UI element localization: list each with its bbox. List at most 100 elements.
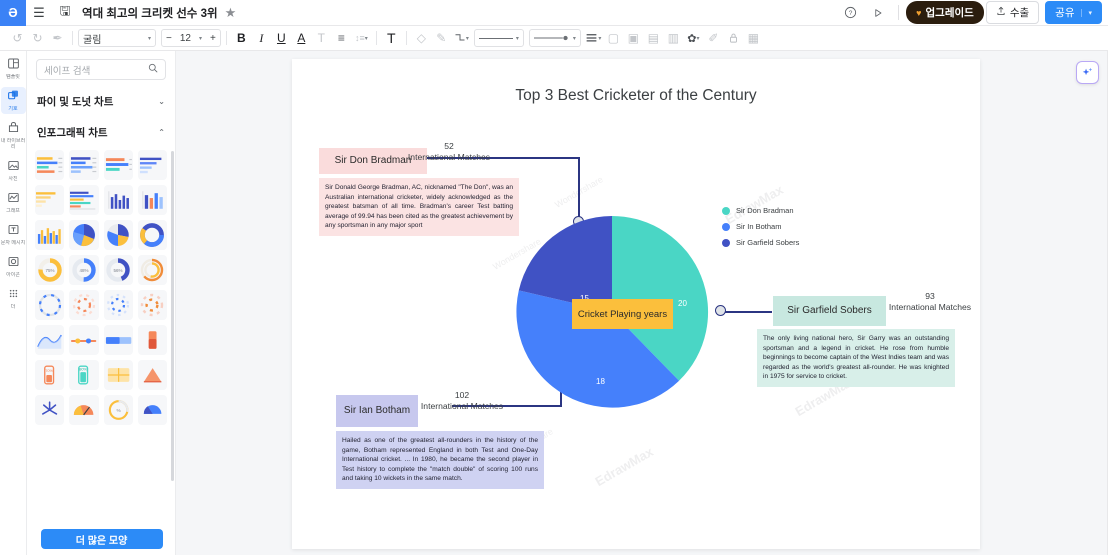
line-weight-button[interactable]: ▾ [584, 28, 603, 48]
section-infographic-charts[interactable]: 인포그래픽 차트 ⌃ [27, 117, 175, 148]
connector-button[interactable]: ▾ [452, 28, 471, 48]
font-color-button[interactable]: A [292, 28, 311, 48]
shape-thumbnail[interactable] [35, 325, 65, 355]
line-style-select[interactable]: ▾ [473, 29, 524, 47]
shape-thumbnail[interactable] [35, 290, 65, 320]
font-family-select[interactable]: 굴림 ▾ [78, 29, 156, 47]
panel-scrollbar[interactable] [171, 151, 174, 481]
align-button[interactable]: ≡ [332, 28, 351, 48]
section-pie-donut-charts[interactable]: 파이 및 도넛 차트 ⌄ [27, 86, 175, 117]
present-icon[interactable] [865, 0, 891, 26]
help-icon[interactable]: ? [837, 0, 863, 26]
text-tool-button[interactable]: T [382, 28, 401, 48]
annotation-body-botham[interactable]: Hailed as one of the greatest all-rounde… [336, 431, 544, 489]
shape-thumbnail[interactable] [103, 150, 133, 180]
hamburger-icon[interactable]: ☰ [26, 0, 52, 26]
shape-thumbnail[interactable]: 80% [69, 360, 99, 390]
shape-thumbnail[interactable]: 48% [69, 255, 99, 285]
save-icon[interactable]: 🖫 [52, 0, 78, 26]
shape-thumbnail[interactable] [35, 395, 65, 425]
lock-icon[interactable] [724, 28, 743, 48]
annotation-body-bradman[interactable]: Sir Donald George Bradman, AC, nicknamed… [319, 178, 519, 236]
sidebar-item-icon[interactable]: 아이콘 [1, 253, 26, 280]
shape-thumbnail[interactable]: % [103, 395, 133, 425]
shape-thumbnail[interactable] [137, 290, 167, 320]
undo-button[interactable]: ↺ [8, 28, 27, 48]
shape-thumbnail[interactable] [137, 185, 167, 215]
shape-thumbnail[interactable]: 56% [103, 255, 133, 285]
shape-thumbnail[interactable] [69, 150, 99, 180]
shape-thumbnail[interactable]: 70% [35, 360, 65, 390]
strikethrough-button[interactable]: T [312, 28, 331, 48]
shape-thumbnail[interactable] [69, 290, 99, 320]
legend-item[interactable]: Sir In Botham [722, 222, 799, 231]
shape-thumbnail[interactable] [103, 185, 133, 215]
sidebar-item-template[interactable]: 템플릿 [1, 55, 26, 82]
align-objects-button[interactable]: ▤ [644, 28, 663, 48]
font-size-decrease[interactable]: − [162, 33, 176, 44]
chevron-down-icon[interactable]: ▾ [1081, 8, 1092, 17]
edit-shape-button[interactable]: ✐ [704, 28, 723, 48]
shape-thumbnail[interactable] [35, 150, 65, 180]
redo-button[interactable]: ↻ [28, 28, 47, 48]
shape-thumbnail[interactable] [35, 220, 65, 250]
search-input[interactable]: 세이프 검색 [36, 59, 166, 80]
shape-thumbnail[interactable] [137, 220, 167, 250]
shape-thumbnail[interactable]: 75% [35, 255, 65, 285]
shape-thumbnail[interactable] [137, 150, 167, 180]
line-spacing-button[interactable]: ↕≡ ▾ [352, 28, 371, 48]
share-button[interactable]: 공유 ▾ [1045, 1, 1102, 24]
bold-button[interactable]: B [232, 28, 251, 48]
chevron-down-icon[interactable]: ▾ [195, 35, 206, 42]
favorite-star-icon[interactable]: ★ [225, 5, 237, 21]
font-size-increase[interactable]: + [206, 33, 220, 44]
effects-button[interactable]: ✿ ▾ [684, 28, 703, 48]
annotation-name-botham[interactable]: Sir Ian Botham [336, 395, 418, 427]
group-button[interactable]: ▥ [664, 28, 683, 48]
shape-thumbnail[interactable] [103, 325, 133, 355]
send-to-back-button[interactable]: ▣ [624, 28, 643, 48]
pie-center-label[interactable]: Cricket Playing years [572, 299, 673, 329]
shape-thumbnail[interactable] [137, 395, 167, 425]
document-title[interactable]: 역대 최고의 크리켓 선수 3위 [82, 5, 218, 21]
shape-thumbnail[interactable] [35, 185, 65, 215]
sidebar-item-symbol[interactable]: 기호 [0, 87, 26, 114]
shape-thumbnail[interactable] [69, 325, 99, 355]
underline-button[interactable]: U [272, 28, 291, 48]
sidebar-item-picture[interactable]: 사진 [1, 157, 26, 184]
shape-thumbnail[interactable] [103, 290, 133, 320]
sidebar-item-graph[interactable]: 그래프 [1, 189, 26, 216]
legend-item[interactable]: Sir Garfield Sobers [722, 238, 799, 247]
edraw-logo[interactable]: Ə [0, 0, 26, 26]
font-size-value[interactable]: 12 [176, 33, 195, 44]
sidebar-item-library[interactable]: 내 라이브러리 [1, 119, 26, 152]
bring-to-front-button[interactable]: ▢ [604, 28, 623, 48]
shape-fill-button[interactable]: ◇ [412, 28, 431, 48]
shape-thumbnail[interactable] [103, 220, 133, 250]
more-shapes-button[interactable]: 더 많은 모양 [40, 529, 163, 549]
arrow-style-select[interactable]: ▾ [528, 29, 581, 47]
font-size-stepper[interactable]: − 12 ▾ + [161, 29, 221, 47]
shape-thumbnail[interactable] [137, 325, 167, 355]
export-button[interactable]: 수출 [985, 1, 1040, 24]
italic-button[interactable]: I [252, 28, 271, 48]
sidebar-item-text[interactable]: 문자 메시지 [1, 221, 26, 248]
shape-thumbnail[interactable] [69, 220, 99, 250]
sidebar-item-more[interactable]: 더 [1, 285, 26, 312]
chevron-down-icon[interactable]: ⌄ [158, 97, 165, 106]
shape-thumbnail[interactable] [69, 185, 99, 215]
upgrade-button[interactable]: ♥ 업그레이드 [906, 1, 984, 24]
format-painter-button[interactable]: ✒ [48, 28, 67, 48]
document-page[interactable]: Wondershare EdrawMax Wondershare EdrawMa… [292, 59, 980, 549]
canvas-area[interactable]: Wondershare EdrawMax Wondershare EdrawMa… [176, 51, 1108, 555]
shape-thumbnail[interactable] [69, 395, 99, 425]
shape-thumbnail[interactable] [137, 255, 167, 285]
annotation-body-sobers[interactable]: The only living national hero, Sir Garry… [757, 329, 955, 387]
connector-node-sobers[interactable] [715, 305, 726, 316]
chevron-up-icon[interactable]: ⌃ [158, 128, 165, 137]
search-icon[interactable] [148, 63, 158, 76]
page-title[interactable]: Top 3 Best Cricketer of the Century [292, 87, 980, 105]
legend-item[interactable]: Sir Don Bradman [722, 206, 799, 215]
shape-thumbnail[interactable] [137, 360, 167, 390]
comment-button[interactable]: ▦ [744, 28, 763, 48]
